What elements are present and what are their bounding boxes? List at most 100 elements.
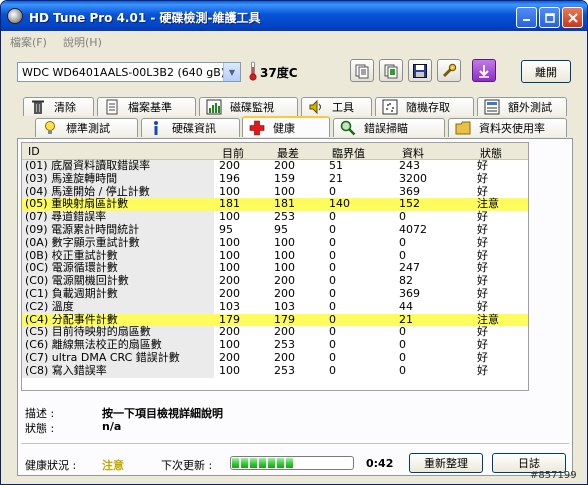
tab-label: 硬碟資訊: [172, 122, 216, 135]
settings-tool-icon: [442, 63, 457, 77]
cell-threshold: 51: [329, 159, 343, 172]
progress-segment: [286, 458, 293, 468]
info-icon: [148, 120, 164, 136]
extra-tests-icon: [484, 99, 500, 115]
tab-error-scan[interactable]: 錯誤掃瞄: [333, 118, 445, 137]
cell-data: 0: [399, 235, 406, 249]
cell-status: 好: [477, 350, 488, 364]
cell-current: 200: [219, 159, 240, 172]
app-window: HD Tune Pro 4.01 - 硬碟檢測-維護工具 檔案(F) 說明(H)…: [0, 0, 588, 485]
title-bar[interactable]: HD Tune Pro 4.01 - 硬碟檢測-維護工具: [1, 1, 587, 31]
minimize-icon: [523, 19, 530, 21]
table-row[interactable]: (09) 電源累計時間統計 95 95 0 4072 好: [22, 222, 528, 237]
cell-id: (C8) 寫入錯誤率: [22, 364, 214, 378]
tab-benchmark[interactable]: 標準測試: [35, 118, 138, 137]
cell-current: 196: [219, 171, 240, 185]
table-row[interactable]: (C8) 寫入錯誤率 100 253 0 0 好: [22, 363, 528, 378]
cell-status: 好: [477, 363, 488, 377]
arrow-down-icon: [479, 64, 489, 78]
cell-status: 好: [477, 171, 488, 185]
menu-file[interactable]: 檔案(F): [10, 34, 47, 50]
countdown-timer: 0:42: [366, 457, 394, 470]
status-label: 狀態 :: [25, 422, 55, 435]
options-button[interactable]: [437, 59, 461, 82]
table-header: ID 目前 最差 臨界值 資料 狀態: [22, 143, 528, 160]
cell-data: 3200: [399, 171, 427, 185]
copy-info-button[interactable]: [350, 59, 374, 82]
table-row[interactable]: (0A) 數字顯示重試計數 100 100 0 0 好: [22, 235, 528, 250]
copy-document-icon: [355, 64, 369, 78]
download-button[interactable]: [472, 59, 496, 82]
random-access-icon: [382, 99, 398, 115]
health-status-label: 健康狀況 :: [25, 459, 77, 472]
cell-worst: 200: [274, 159, 295, 172]
cell-id: (01) 底層資料讀取錯誤率: [22, 159, 214, 173]
table-row[interactable]: (03) 馬達旋轉時間 196 159 21 3200 好: [22, 171, 528, 186]
progress-segment: [250, 458, 257, 468]
health-cross-icon: [249, 120, 265, 136]
progress-segment: [277, 458, 284, 468]
copy-screenshot-button[interactable]: [379, 59, 403, 82]
cell-data: 0: [399, 363, 406, 377]
tab-label: 健康: [273, 121, 295, 135]
table-row[interactable]: (01) 底層資料讀取錯誤率 200 200 51 243 好: [22, 159, 528, 173]
tab-label: 磁碟監視: [230, 101, 274, 114]
bulb-icon: [42, 120, 58, 136]
tab-random-access[interactable]: 隨機存取: [375, 97, 474, 116]
cell-threshold: 0: [329, 235, 336, 249]
refresh-button[interactable]: 重新整理: [409, 453, 483, 473]
tab-disk-monitor[interactable]: 磁碟監視: [199, 97, 298, 116]
cell-id: (09) 電源累計時間統計: [22, 223, 214, 237]
close-button[interactable]: [562, 7, 583, 28]
chevron-down-icon[interactable]: ▼: [223, 63, 240, 81]
tab-erase[interactable]: 清除: [23, 97, 94, 116]
menu-help[interactable]: 說明(H): [63, 34, 102, 50]
cell-threshold: 0: [329, 299, 336, 313]
menu-bar: 檔案(F) 說明(H): [1, 31, 587, 51]
cell-worst: 95: [274, 222, 288, 236]
drive-select[interactable]: WDC WD6401AALS-00L3B2 (640 gB) ▼: [17, 62, 241, 82]
cell-worst: 200: [274, 350, 295, 364]
tab-info[interactable]: 硬碟資訊: [141, 118, 240, 137]
tab-health[interactable]: 健康: [242, 116, 330, 137]
exit-button[interactable]: 離開: [521, 60, 571, 83]
next-update-label: 下次更新 :: [161, 459, 213, 472]
trash-icon: [30, 99, 46, 115]
cell-data: 369: [399, 286, 420, 300]
cell-status: 好: [477, 235, 488, 249]
cell-status: 好: [477, 286, 488, 300]
maximize-button[interactable]: [539, 7, 560, 28]
tab-label: 錯誤掃瞄: [364, 122, 408, 135]
tab-label: 清除: [54, 101, 76, 114]
cell-data: 243: [399, 159, 420, 172]
tab-label: 標準測試: [66, 122, 110, 135]
tab-file-benchmark[interactable]: 檔案基準: [97, 97, 196, 116]
progress-segment: [268, 458, 275, 468]
tab-folder-usage[interactable]: 資料夾使用率: [448, 118, 567, 137]
tab-tools[interactable]: 工具: [301, 97, 372, 116]
cell-id: (C2) 溫度: [22, 300, 214, 314]
tab-extra-tests[interactable]: 額外測試: [477, 97, 567, 116]
smart-table[interactable]: ID 目前 最差 臨界值 資料 狀態 (01) 底層資料讀取錯誤率 200 200 5…: [21, 142, 529, 391]
table-row[interactable]: (C2) 溫度 103 103 0 44 好: [22, 299, 528, 314]
cell-current: 100: [219, 363, 240, 377]
table-row[interactable]: (C7) ultra DMA CRC 錯誤計數 200 200 0 0 好: [22, 350, 528, 365]
cell-status: 好: [477, 222, 488, 236]
progress-segment: [232, 458, 239, 468]
cell-current: 103: [219, 299, 240, 313]
cell-worst: 200: [274, 286, 295, 300]
description-label: 描述 :: [25, 407, 55, 420]
cell-id: (03) 馬達旋轉時間: [22, 172, 214, 186]
cell-threshold: 0: [329, 350, 336, 364]
folder-icon: [455, 120, 471, 136]
copy-green-icon: [384, 64, 398, 78]
cell-threshold: 0: [329, 222, 336, 236]
cell-worst: 159: [274, 171, 295, 185]
tab-label: 隨機存取: [406, 101, 450, 114]
save-button[interactable]: [408, 59, 432, 82]
tab-label: 工具: [332, 101, 354, 114]
minimize-button[interactable]: [516, 7, 537, 28]
table-row[interactable]: (C1) 負載週期計數 200 200 0 369 好: [22, 286, 528, 301]
col-id[interactable]: ID: [28, 145, 40, 158]
tab-label: 檔案基準: [128, 101, 172, 114]
